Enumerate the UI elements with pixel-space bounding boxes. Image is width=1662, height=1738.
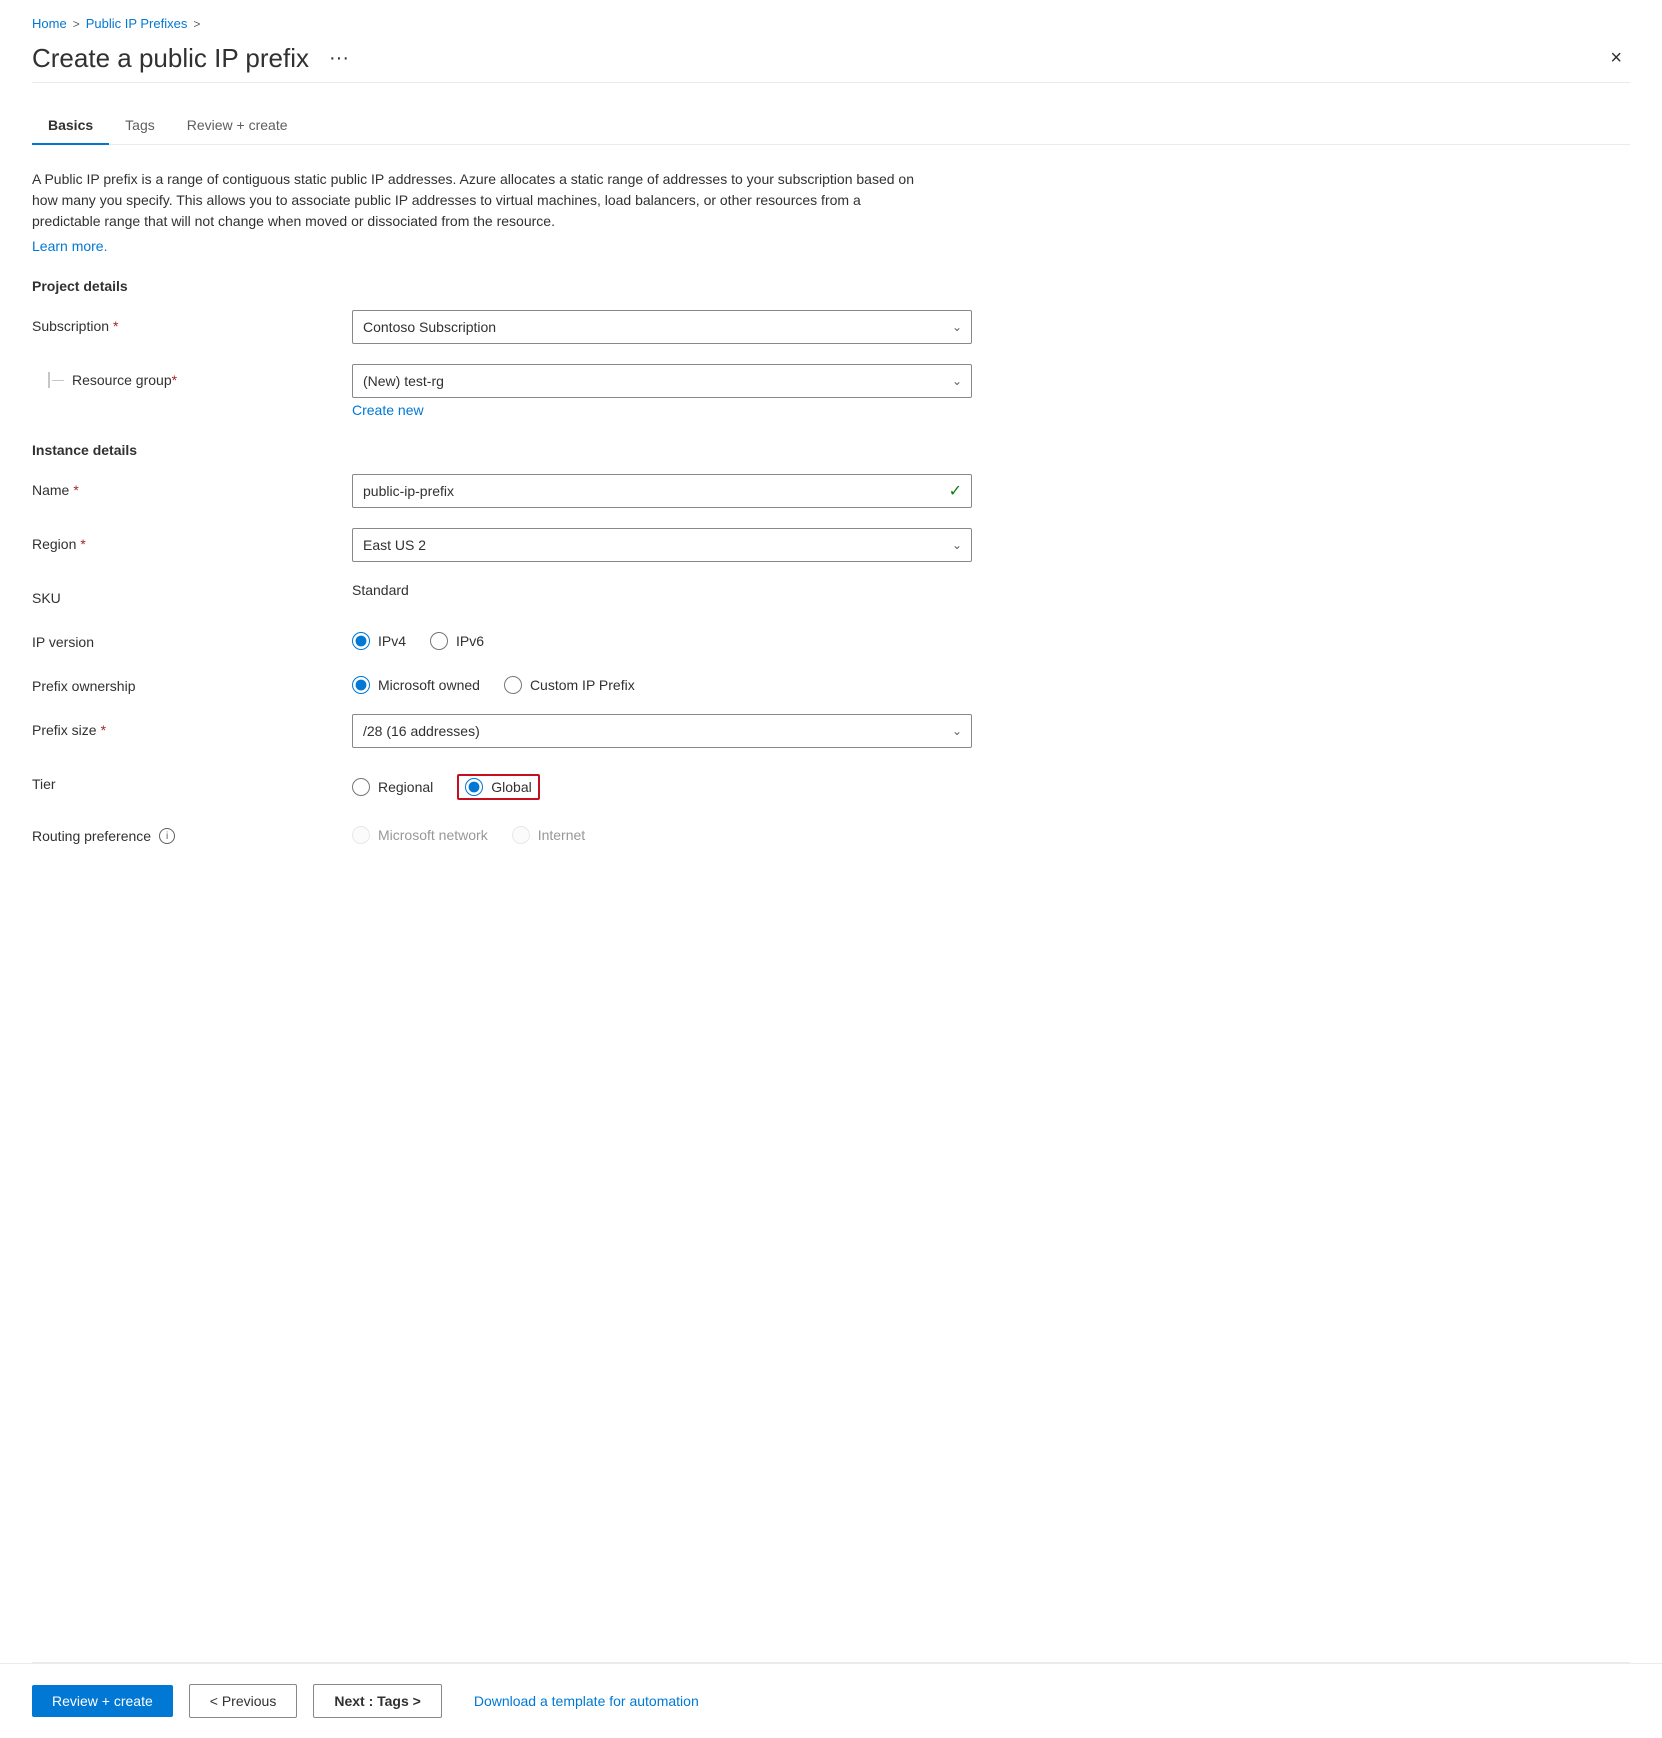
footer: Review + create < Previous Next : Tags >… xyxy=(0,1663,1662,1738)
region-required: * xyxy=(80,536,85,552)
sku-row: SKU Standard xyxy=(32,582,1630,606)
resource-group-control: (New) test-rg ⌄ Create new xyxy=(352,364,972,418)
resource-group-row: Resource group * (New) test-rg ⌄ Create … xyxy=(32,364,1630,418)
global-label: Global xyxy=(491,779,531,795)
name-label: Name * xyxy=(32,474,352,498)
create-new-link[interactable]: Create new xyxy=(352,402,424,418)
tab-review-create[interactable]: Review + create xyxy=(171,107,304,145)
regional-radio-item[interactable]: Regional xyxy=(352,778,433,796)
page-title: Create a public IP prefix xyxy=(32,43,309,74)
microsoft-owned-label: Microsoft owned xyxy=(378,677,480,693)
prefix-size-required: * xyxy=(101,722,106,738)
region-control: East US 2 ⌄ xyxy=(352,528,972,562)
sku-label: SKU xyxy=(32,582,352,606)
prefix-ownership-label: Prefix ownership xyxy=(32,670,352,694)
global-radio[interactable] xyxy=(465,778,483,796)
subscription-label: Subscription * xyxy=(32,310,352,334)
description-text: A Public IP prefix is a range of contigu… xyxy=(32,169,932,232)
routing-preference-radio-group: Microsoft network Internet xyxy=(352,820,972,844)
ip-version-row: IP version IPv4 IPv6 xyxy=(32,626,1630,650)
ipv6-label: IPv6 xyxy=(456,633,484,649)
name-check-icon: ✓ xyxy=(949,481,962,501)
custom-ip-prefix-label: Custom IP Prefix xyxy=(530,677,635,693)
name-input[interactable] xyxy=(352,474,972,508)
tab-tags[interactable]: Tags xyxy=(109,107,171,145)
previous-button[interactable]: < Previous xyxy=(189,1684,298,1718)
microsoft-owned-radio[interactable] xyxy=(352,676,370,694)
custom-ip-prefix-radio-item[interactable]: Custom IP Prefix xyxy=(504,676,635,694)
prefix-size-row: Prefix size * /28 (16 addresses) ⌄ xyxy=(32,714,1630,748)
internet-radio-item: Internet xyxy=(512,826,585,844)
prefix-size-label: Prefix size * xyxy=(32,714,352,738)
breadcrumb-public-ip-prefixes[interactable]: Public IP Prefixes xyxy=(86,16,188,31)
ip-version-radio-group: IPv4 IPv6 xyxy=(352,626,972,650)
close-button[interactable]: × xyxy=(1602,43,1630,74)
download-template-link[interactable]: Download a template for automation xyxy=(474,1693,699,1709)
prefix-size-control: /28 (16 addresses) ⌄ xyxy=(352,714,972,748)
tier-row: Tier Regional Global xyxy=(32,768,1630,800)
breadcrumb: Home > Public IP Prefixes > xyxy=(32,16,1630,31)
review-create-button[interactable]: Review + create xyxy=(32,1685,173,1717)
subscription-row: Subscription * Contoso Subscription ⌄ xyxy=(32,310,1630,344)
sku-value: Standard xyxy=(352,574,409,598)
subscription-control: Contoso Subscription ⌄ xyxy=(352,310,972,344)
region-select[interactable]: East US 2 xyxy=(352,528,972,562)
tier-label: Tier xyxy=(32,768,352,792)
routing-preference-label: Routing preference i xyxy=(32,820,352,844)
routing-preference-row: Routing preference i Microsoft network I… xyxy=(32,820,1630,844)
ip-version-label: IP version xyxy=(32,626,352,650)
regional-radio[interactable] xyxy=(352,778,370,796)
tab-basics[interactable]: Basics xyxy=(32,107,109,145)
subscription-select[interactable]: Contoso Subscription xyxy=(352,310,972,344)
ipv6-radio-item[interactable]: IPv6 xyxy=(430,632,484,650)
microsoft-network-label: Microsoft network xyxy=(378,827,488,843)
tab-bar: Basics Tags Review + create xyxy=(32,107,1630,145)
global-radio-highlighted: Global xyxy=(457,774,539,800)
breadcrumb-home[interactable]: Home xyxy=(32,16,67,31)
prefix-ownership-row: Prefix ownership Microsoft owned Custom … xyxy=(32,670,1630,694)
prefix-ownership-radio-group: Microsoft owned Custom IP Prefix xyxy=(352,670,972,694)
name-control: ✓ xyxy=(352,474,972,508)
ipv4-label: IPv4 xyxy=(378,633,406,649)
region-label: Region * xyxy=(32,528,352,552)
next-button[interactable]: Next : Tags > xyxy=(313,1684,442,1718)
resource-group-label: Resource group * xyxy=(32,364,352,388)
rg-required: * xyxy=(172,372,177,388)
prefix-size-select[interactable]: /28 (16 addresses) xyxy=(352,714,972,748)
resource-group-select[interactable]: (New) test-rg xyxy=(352,364,972,398)
custom-ip-prefix-radio[interactable] xyxy=(504,676,522,694)
routing-info-icon[interactable]: i xyxy=(159,828,175,844)
name-required: * xyxy=(73,482,78,498)
ipv4-radio-item[interactable]: IPv4 xyxy=(352,632,406,650)
internet-label: Internet xyxy=(538,827,585,843)
global-radio-item[interactable]: Global xyxy=(465,778,531,796)
instance-details-title: Instance details xyxy=(32,442,1630,458)
name-row: Name * ✓ xyxy=(32,474,1630,508)
ellipsis-button[interactable]: ··· xyxy=(321,43,357,74)
microsoft-network-radio-item: Microsoft network xyxy=(352,826,488,844)
learn-more-link[interactable]: Learn more. xyxy=(32,238,107,254)
ipv6-radio[interactable] xyxy=(430,632,448,650)
microsoft-owned-radio-item[interactable]: Microsoft owned xyxy=(352,676,480,694)
microsoft-network-radio xyxy=(352,826,370,844)
project-details-title: Project details xyxy=(32,278,1630,294)
internet-radio xyxy=(512,826,530,844)
breadcrumb-sep2: > xyxy=(193,17,200,31)
breadcrumb-sep1: > xyxy=(73,17,80,31)
regional-label: Regional xyxy=(378,779,433,795)
region-row: Region * East US 2 ⌄ xyxy=(32,528,1630,562)
subscription-required: * xyxy=(113,318,118,334)
ipv4-radio[interactable] xyxy=(352,632,370,650)
tier-radio-group: Regional Global xyxy=(352,768,972,800)
